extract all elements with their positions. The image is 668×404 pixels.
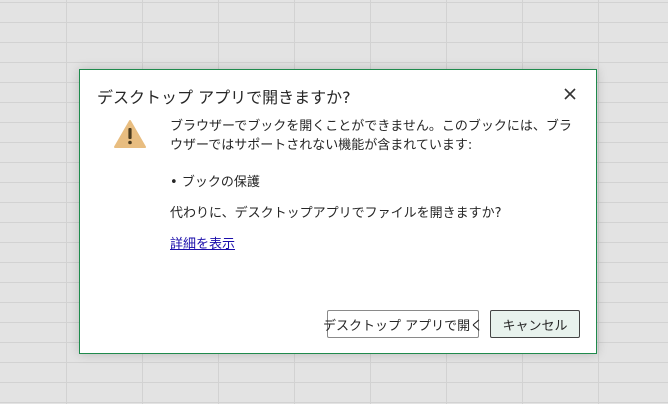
show-details-link[interactable]: 詳細を表示 (170, 235, 235, 254)
cancel-button[interactable]: キャンセル (490, 310, 580, 338)
close-icon (564, 88, 576, 100)
feature-list-item: • ブックの保護 (170, 173, 580, 192)
close-button[interactable] (560, 84, 580, 104)
dialog-message: ブラウザーでブックを開くことができません。このブックには、ブラウザーではサポート… (170, 119, 572, 153)
bullet-marker: • (170, 175, 178, 190)
warning-icon (114, 120, 146, 148)
dialog-question: 代わりに、デスクトップアプリでファイルを開きますか? (170, 206, 502, 221)
dialog-content: ブラウザーでブックを開くことができません。このブックには、ブラウザーではサポート… (170, 117, 580, 254)
open-in-desktop-dialog: デスクトップ アプリで開きますか? ブラウザーでブックを開くことができません。こ… (79, 69, 597, 354)
feature-item-label: ブックの保護 (181, 175, 260, 190)
dialog-title: デスクトップ アプリで開きますか? (97, 88, 351, 107)
open-in-desktop-app-button[interactable]: デスクトップ アプリで開く (323, 310, 483, 338)
